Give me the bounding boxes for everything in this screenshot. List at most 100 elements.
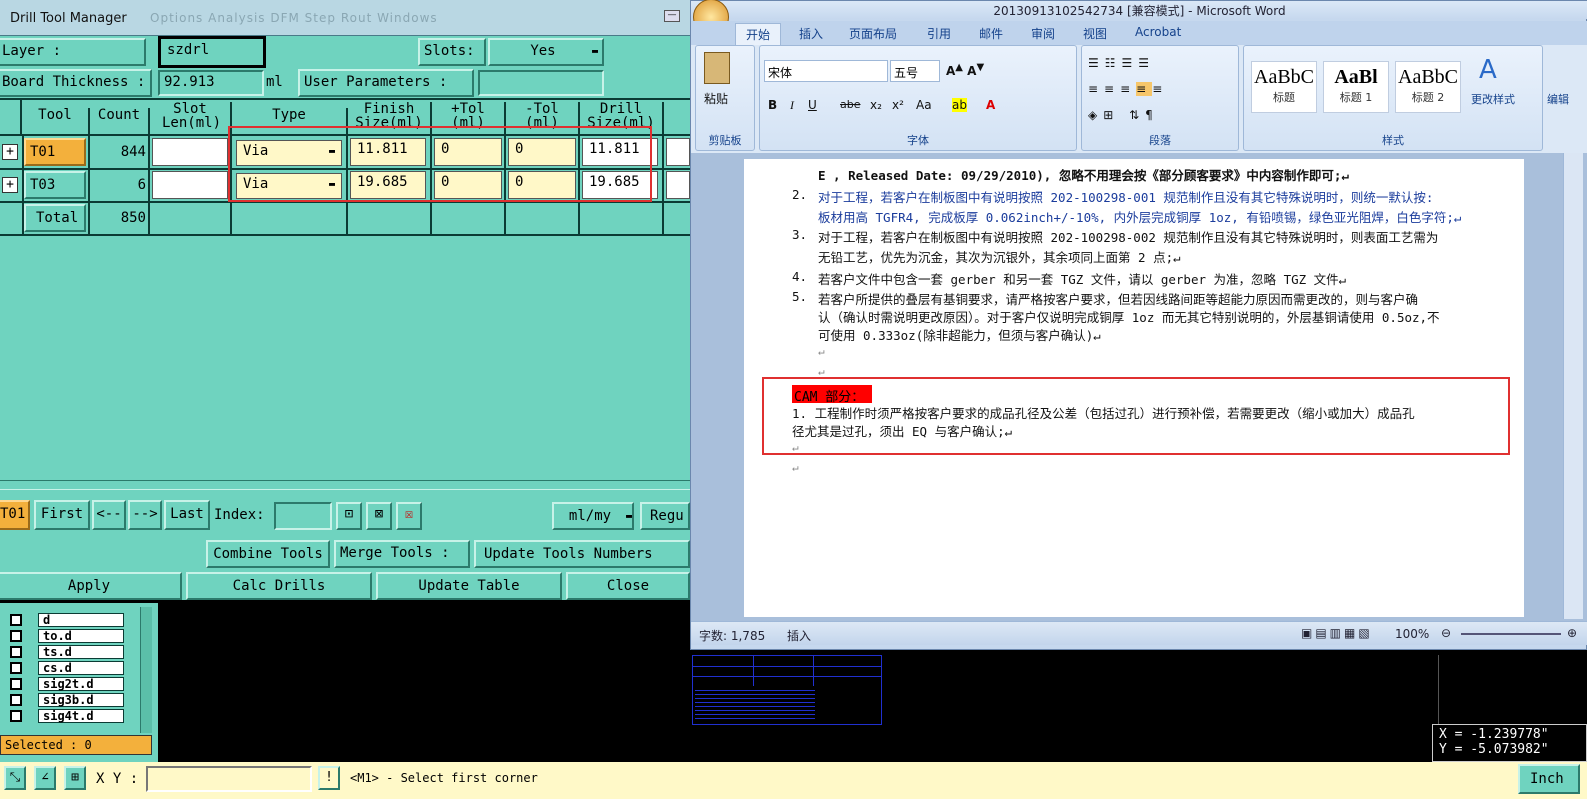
strikethrough-icon[interactable]: abe	[840, 98, 861, 111]
layer-item[interactable]: d	[6, 613, 124, 627]
tab-home[interactable]: 开始	[735, 23, 782, 45]
measure-icon[interactable]: ∠	[34, 766, 56, 790]
font-color-icon[interactable]: A	[986, 98, 995, 112]
layer-item[interactable]: sig2t.d	[6, 677, 124, 691]
drawing-fragment	[692, 655, 882, 725]
shading-icons[interactable]: ◈⊞ ⇅¶	[1088, 108, 1159, 122]
drill-table: Tool Count Slot Len(ml) Type Finish Size…	[0, 98, 690, 238]
underline-icon[interactable]: U	[808, 98, 817, 112]
clipboard-group: 粘贴 剪贴板	[695, 45, 755, 151]
checkbox[interactable]	[10, 694, 22, 706]
grid-icon[interactable]: ⊞	[64, 766, 86, 790]
extra-col-input[interactable]	[666, 138, 690, 166]
subscript-icon[interactable]: x₂	[870, 98, 882, 112]
checkbox[interactable]	[10, 630, 22, 642]
word-title: 20130913102542734 [兼容模式] - Microsoft Wor…	[993, 4, 1286, 18]
extra-col-input[interactable]	[666, 171, 690, 199]
checkbox[interactable]	[10, 614, 22, 626]
slot-len-input-t03[interactable]	[152, 171, 228, 199]
tab-page-layout[interactable]: 页面布局	[839, 23, 907, 44]
apply-button[interactable]: Apply	[0, 572, 182, 600]
layer-item[interactable]: sig3b.d	[6, 693, 124, 707]
tab-insert[interactable]: 插入	[789, 23, 833, 44]
align-icons[interactable]: ≡≡≡≡≡	[1088, 82, 1168, 96]
font-size-select[interactable]: 五号	[890, 60, 940, 82]
superscript-icon[interactable]: x²	[892, 98, 904, 112]
view-buttons-icon[interactable]: ▣▤▥▦▧	[1301, 626, 1373, 640]
window-title-bar[interactable]: Drill Tool Manager Options Analysis DFM …	[0, 0, 690, 36]
tool-button-t03[interactable]: T03	[24, 171, 86, 199]
regu-button[interactable]: Regu	[640, 502, 690, 530]
document-page[interactable]: E , Released Date: 09/29/2010), 忽略不用理会按《…	[744, 159, 1524, 617]
search-icon[interactable]: ⊡	[336, 502, 362, 530]
word-count[interactable]: 字数: 1,785	[699, 627, 765, 644]
first-button[interactable]: First	[34, 500, 90, 530]
highlight-icon[interactable]: ab	[952, 98, 967, 112]
layer-scrollbar[interactable]	[140, 607, 152, 733]
paste-icon[interactable]	[704, 52, 730, 84]
tab-acrobat[interactable]: Acrobat	[1125, 23, 1191, 41]
tab-review[interactable]: 审阅	[1021, 23, 1065, 44]
slots-value: Yes	[530, 43, 556, 59]
next-button[interactable]: -->	[128, 500, 162, 530]
close-button[interactable]: Close	[566, 572, 690, 600]
layer-item[interactable]: to.d	[6, 629, 124, 643]
expand-icon[interactable]: +	[2, 144, 18, 160]
slots-dropdown[interactable]: Yes ▬	[488, 38, 604, 66]
slot-len-input-t01[interactable]	[152, 138, 228, 166]
edit-button[interactable]: 编辑	[1547, 91, 1569, 107]
combine-tools-button[interactable]: Combine Tools	[206, 540, 330, 568]
italic-icon[interactable]: I	[790, 98, 794, 113]
prev-button[interactable]: <--	[92, 500, 126, 530]
horizontal-scrollbar[interactable]	[0, 480, 690, 490]
expand-icon[interactable]: +	[2, 177, 18, 193]
edit-icon[interactable]: ⊠	[366, 502, 392, 530]
user-parameters-input[interactable]	[478, 70, 604, 96]
user-parameters-button[interactable]: User Parameters :	[298, 69, 474, 97]
last-button[interactable]: Last	[164, 500, 210, 530]
update-table-button[interactable]: Update Table	[376, 572, 562, 600]
tab-references[interactable]: 引用	[917, 23, 961, 44]
layer-item[interactable]: ts.d	[6, 645, 124, 659]
word-title-bar[interactable]: 20130913102542734 [兼容模式] - Microsoft Wor…	[691, 1, 1587, 19]
calc-drills-button[interactable]: Calc Drills	[186, 572, 372, 600]
unit-dropdown[interactable]: ml/my ▬	[552, 502, 634, 530]
layer-item[interactable]: sig4t.d	[6, 709, 124, 723]
style-title[interactable]: AaBbC 标题	[1251, 61, 1317, 113]
paste-button[interactable]: 粘贴	[704, 90, 728, 107]
zoom-box-icon[interactable]: ⤡	[4, 766, 26, 790]
font-name-select[interactable]: 宋体	[764, 60, 888, 82]
zoom-in-icon[interactable]: ⊕	[1567, 626, 1577, 640]
change-styles-button[interactable]: 更改样式	[1471, 91, 1515, 107]
warning-icon[interactable]: !	[318, 766, 340, 790]
styles-group-label: 样式	[1382, 134, 1404, 147]
checkbox[interactable]	[10, 678, 22, 690]
index-input[interactable]	[274, 502, 332, 530]
checkbox[interactable]	[10, 710, 22, 722]
checkbox[interactable]	[10, 662, 22, 674]
style-heading2[interactable]: AaBbC 标题 2	[1395, 61, 1461, 113]
word-scrollbar[interactable]	[1563, 153, 1583, 619]
zoom-slider[interactable]	[1461, 633, 1561, 635]
unit-toggle-button[interactable]: Inch	[1518, 764, 1580, 794]
update-tools-numbers-button[interactable]: Update Tools Numbers	[474, 540, 690, 568]
layer-item[interactable]: cs.d	[6, 661, 124, 675]
zoom-level[interactable]: 100%	[1395, 627, 1429, 641]
list-icons[interactable]: ☰☷☰☰	[1088, 56, 1155, 70]
layer-field[interactable]: szdrl	[158, 36, 266, 68]
delete-icon[interactable]: ☒	[396, 502, 422, 530]
zoom-out-icon[interactable]: ⊖	[1441, 626, 1451, 640]
insert-mode[interactable]: 插入	[787, 627, 811, 644]
tab-view[interactable]: 视图	[1073, 23, 1117, 44]
board-thickness-input[interactable]: 92.913	[158, 70, 264, 96]
change-styles-icon[interactable]: A	[1479, 55, 1497, 85]
checkbox[interactable]	[10, 646, 22, 658]
grow-font-icon[interactable]: A▲ A▼	[946, 62, 984, 78]
tool-button-t01[interactable]: T01	[24, 138, 86, 166]
minimize-icon[interactable]: —	[664, 10, 680, 22]
tab-mailings[interactable]: 邮件	[969, 23, 1013, 44]
bold-icon[interactable]: B	[768, 98, 777, 112]
style-heading1[interactable]: AaBl 标题 1	[1323, 61, 1389, 113]
xy-input[interactable]	[146, 766, 312, 792]
change-case-icon[interactable]: Aa	[916, 98, 932, 112]
